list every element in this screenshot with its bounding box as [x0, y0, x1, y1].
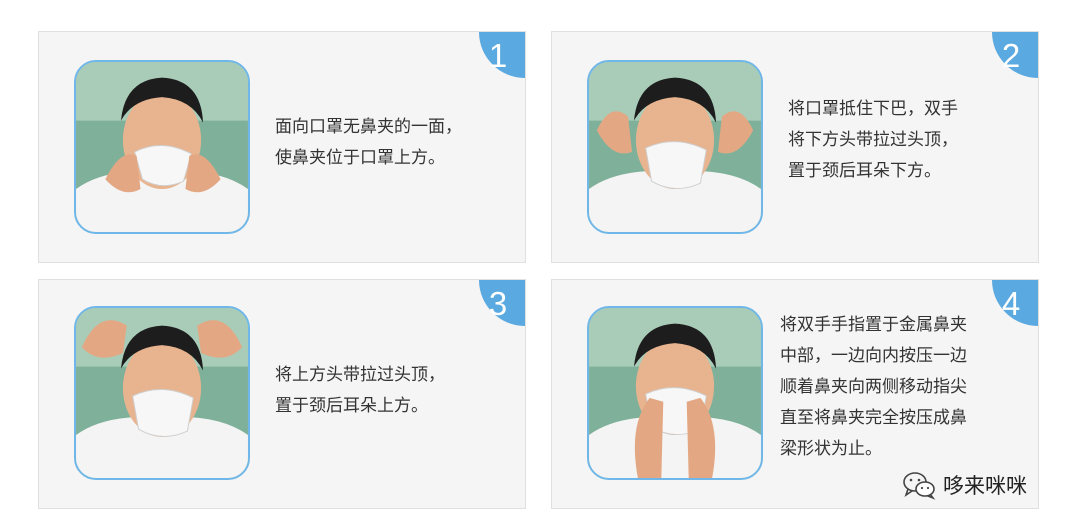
step-number: 2	[1001, 37, 1021, 74]
step-photo-3	[74, 306, 250, 480]
step-text-4: 将双手手指置于金属鼻夹 中部，一边向内按压一边 顺着鼻夹向两侧移动指尖 直至将鼻…	[780, 310, 967, 465]
step-text-line: 中部，一边向内按压一边	[780, 346, 967, 366]
person-wearing-mask-image	[589, 308, 761, 478]
watermark: 哆来咪咪	[902, 468, 1027, 502]
step-text-line: 面向口罩无鼻夹的一面，	[275, 117, 462, 137]
step-text-line: 将双手手指置于金属鼻夹	[780, 315, 967, 335]
step-text-1: 面向口罩无鼻夹的一面， 使鼻夹位于口罩上方。	[275, 112, 462, 174]
step-text-line: 置于颈后耳朵下方。	[788, 161, 941, 181]
step-card-2: 2 将口罩抵住下巴，双手 将下方头带拉过头顶， 置于颈后耳朵下方。	[551, 31, 1039, 263]
step-photo-2	[587, 60, 763, 234]
wechat-icon	[903, 472, 936, 500]
step-text-line: 将下方头带拉过头顶，	[788, 130, 958, 150]
step-text-line: 顺着鼻夹向两侧移动指尖	[780, 377, 967, 397]
step-text-line: 将口罩抵住下巴，双手	[788, 99, 958, 119]
step-text-line: 将上方头带拉过头顶，	[275, 365, 445, 385]
step-number: 4	[1001, 285, 1021, 322]
step-number: 3	[488, 285, 508, 322]
watermark-text: 哆来咪咪	[943, 474, 1027, 498]
step-card-3: 3 将上方头带拉过头顶， 置于颈后耳朵上方。	[38, 279, 526, 509]
step-text-line: 置于颈后耳朵上方。	[275, 396, 428, 416]
step-photo-4	[587, 306, 763, 480]
person-wearing-mask-image	[589, 62, 761, 232]
step-number: 1	[488, 37, 508, 74]
step-card-1: 1 面向口罩无鼻夹的一面， 使鼻夹位于口罩上方。	[38, 31, 526, 263]
step-text-line: 梁形状为止。	[780, 439, 882, 459]
person-wearing-mask-image	[76, 62, 248, 232]
step-text-3: 将上方头带拉过头顶， 置于颈后耳朵上方。	[275, 360, 445, 422]
step-text-2: 将口罩抵住下巴，双手 将下方头带拉过头顶， 置于颈后耳朵下方。	[788, 94, 958, 187]
step-text-line: 直至将鼻夹完全按压成鼻	[780, 408, 967, 428]
step-photo-1	[74, 60, 250, 234]
person-wearing-mask-image	[76, 308, 248, 478]
step-text-line: 使鼻夹位于口罩上方。	[275, 148, 445, 168]
